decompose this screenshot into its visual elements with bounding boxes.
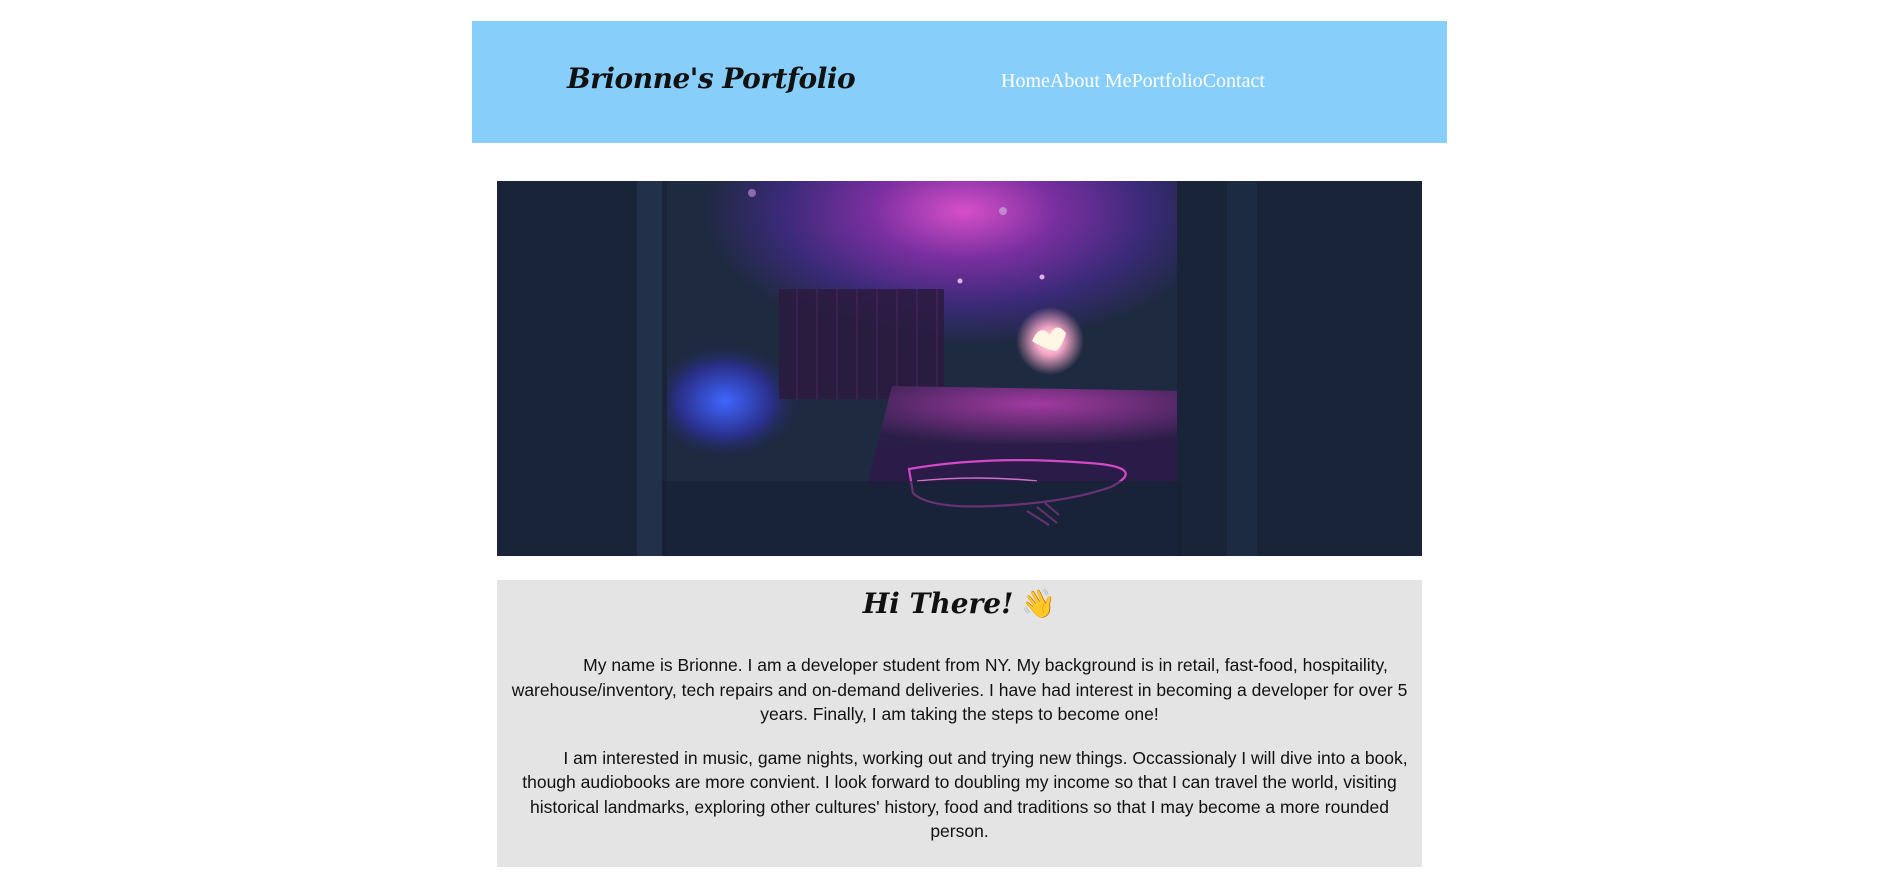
intro-section: Hi There! 👋 My name is Brionne. I am a de… xyxy=(497,580,1422,867)
page: Brionne's Portfolio Home About Me Portfo… xyxy=(0,0,1901,878)
nav-link-home[interactable]: Home xyxy=(1001,71,1050,91)
intro-paragraph: I am interested in music, game nights, w… xyxy=(522,747,1408,842)
nav-link-about-me[interactable]: About Me xyxy=(1050,71,1132,91)
nav-link-portfolio[interactable]: Portfolio xyxy=(1132,71,1203,91)
site-header: Brionne's Portfolio Home About Me Portfo… xyxy=(472,21,1447,143)
intro-paragraph: My name is Brionne. I am a developer stu… xyxy=(511,655,1408,724)
intro-title-text: Hi There! xyxy=(862,587,1014,620)
hero-image xyxy=(497,181,1422,556)
nav-link-contact[interactable]: Contact xyxy=(1203,71,1265,91)
site-brand[interactable]: Brionne's Portfolio xyxy=(567,65,856,93)
main-nav: Home About Me Portfolio Contact xyxy=(1001,71,1265,91)
intro-body: My name is Brionne. I am a developer stu… xyxy=(511,653,1408,863)
neon-bedroom-photo xyxy=(497,181,1422,556)
waving-hand-icon: 👋 xyxy=(1021,587,1057,620)
intro-title: Hi There! 👋 xyxy=(497,587,1422,621)
